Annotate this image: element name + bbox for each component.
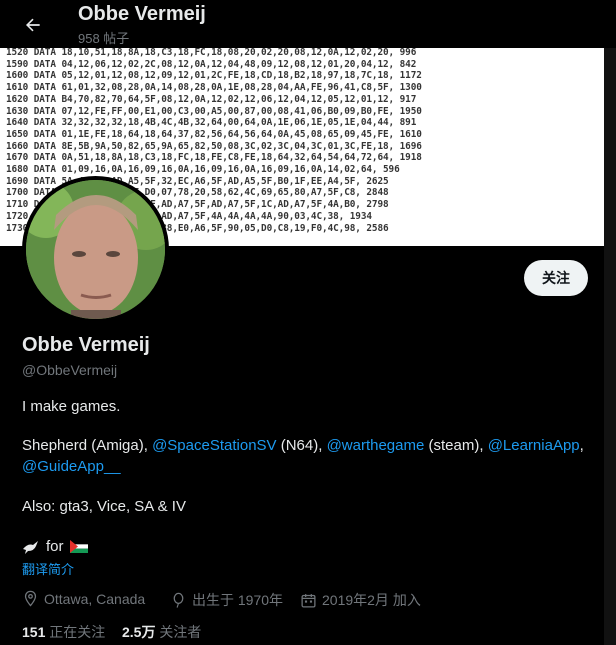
- followers-label: 关注者: [159, 624, 202, 640]
- bio-text: ,: [579, 437, 584, 454]
- bio-line: I make games.: [22, 398, 121, 415]
- birth-item: 出生于 1970年: [170, 590, 283, 610]
- mention-link[interactable]: @SpaceStationSV: [152, 437, 276, 454]
- following-label: 正在关注: [49, 624, 106, 640]
- back-button[interactable]: [18, 10, 48, 40]
- mention-link[interactable]: @LearniaApp: [488, 437, 580, 454]
- avatar-portrait: [26, 180, 165, 319]
- location-item: Ottawa, Canada: [22, 590, 145, 607]
- bio-line: Shepherd (Amiga), @SpaceStationSV (N64),…: [22, 437, 584, 454]
- bio-text: Shepherd (Amiga),: [22, 437, 153, 454]
- following-link[interactable]: 151 正在关注: [22, 622, 105, 642]
- bio-line: Also: gta3, Vice, SA & IV: [22, 498, 186, 515]
- balloon-icon: [173, 592, 184, 608]
- following-count: 151: [22, 624, 46, 640]
- profile-name: Obbe Vermeij: [22, 334, 150, 356]
- followers-count: 2.5万: [122, 624, 156, 640]
- translate-bio-link[interactable]: 翻译简介: [22, 559, 74, 578]
- bio-text: (N64),: [276, 437, 327, 454]
- followers-link[interactable]: 2.5万 关注者: [122, 622, 201, 642]
- top-bar: Obbe Vermeij 958 帖子: [0, 0, 616, 48]
- avatar[interactable]: [22, 176, 169, 323]
- scrollbar[interactable]: [604, 48, 616, 645]
- follow-button[interactable]: 关注: [524, 260, 588, 296]
- dove-icon: [23, 540, 38, 554]
- profile-title: Obbe Vermeij: [78, 3, 206, 25]
- profile-handle: @ObbeVermeij: [22, 362, 118, 378]
- location-text: Ottawa, Canada: [44, 590, 146, 607]
- calendar-icon: [301, 593, 316, 608]
- joined-item: 2019年2月 加入: [300, 590, 421, 610]
- mention-link[interactable]: @warthegame: [327, 437, 425, 454]
- palestine-flag-icon: [69, 540, 88, 553]
- mention-link[interactable]: @GuideApp__: [22, 458, 121, 475]
- post-count: 958 帖子: [78, 31, 130, 46]
- bio-line: for: [22, 538, 88, 555]
- bio-line: @GuideApp__: [22, 458, 121, 475]
- bio-text: for: [46, 538, 64, 555]
- arrow-left-icon: [26, 18, 40, 32]
- location-pin-icon: [24, 590, 37, 607]
- bio-text: (steam),: [424, 437, 488, 454]
- birth-text: 出生于 1970年: [192, 592, 284, 608]
- joined-text: 2019年2月 加入: [322, 592, 421, 608]
